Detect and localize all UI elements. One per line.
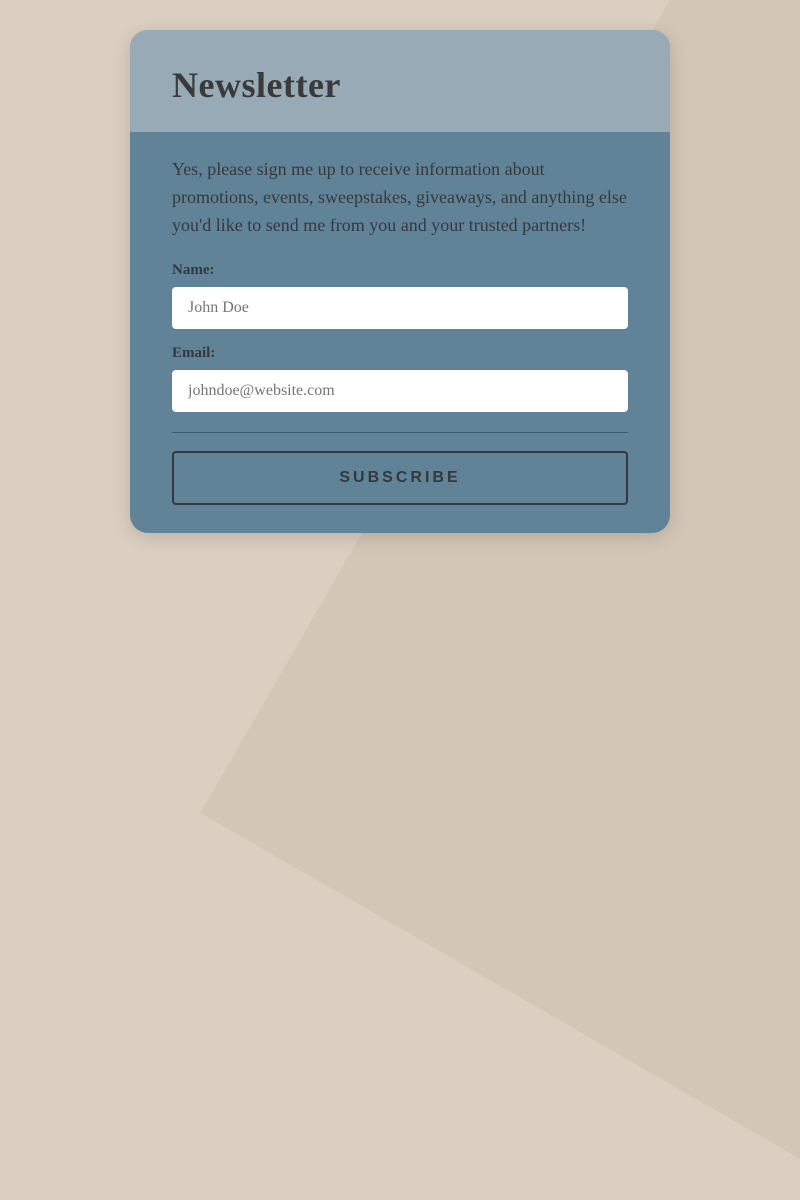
- email-field-group: Email:: [172, 345, 628, 412]
- subscribe-button[interactable]: SUBSCRIBE: [172, 451, 628, 505]
- divider: [172, 432, 628, 433]
- name-field-group: Name:: [172, 262, 628, 329]
- card-body: Yes, please sign me up to receive inform…: [130, 132, 670, 533]
- name-label: Name:: [172, 262, 628, 279]
- email-input[interactable]: [172, 370, 628, 412]
- name-input[interactable]: [172, 287, 628, 329]
- card-header: Newsletter: [130, 30, 670, 132]
- card-description: Yes, please sign me up to receive inform…: [172, 156, 628, 240]
- email-label: Email:: [172, 345, 628, 362]
- newsletter-card: Newsletter Yes, please sign me up to rec…: [130, 30, 670, 533]
- card-title: Newsletter: [172, 64, 630, 106]
